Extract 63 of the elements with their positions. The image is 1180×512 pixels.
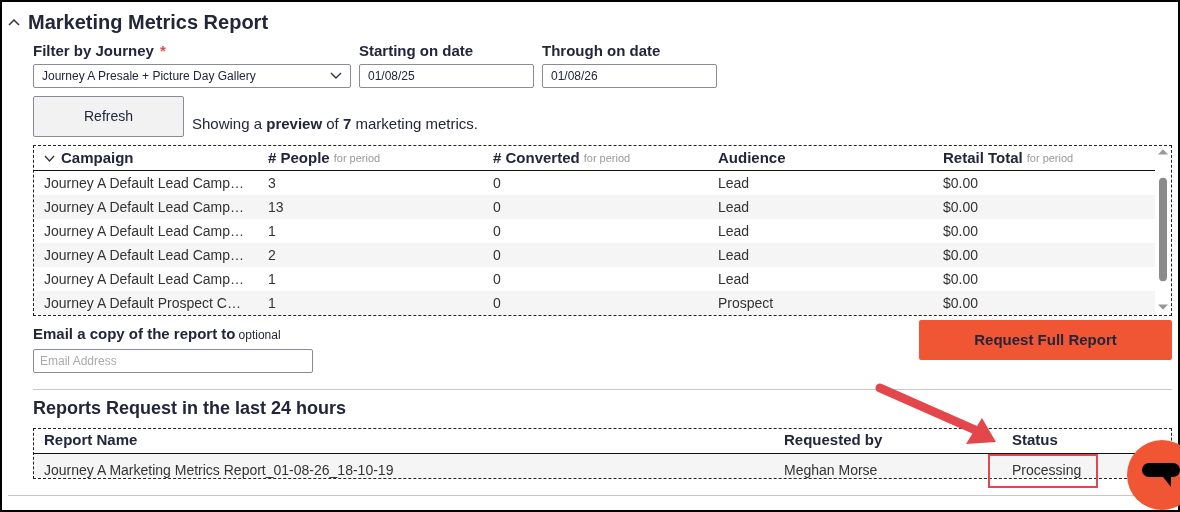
table-cell: 1 <box>268 294 276 311</box>
journey-dropdown[interactable]: Journey A Presale + Picture Day Gallery <box>33 64 351 88</box>
table-cell: Journey A Default Lead Camp… <box>44 246 244 263</box>
date-field[interactable]: 01/08/25 <box>359 64 534 88</box>
table-cell: 1 <box>268 222 276 239</box>
table-cell: 0 <box>493 246 501 263</box>
table-cell: Lead <box>718 246 750 263</box>
email-field[interactable]: Email Address <box>33 349 313 373</box>
table-cell: Journey A Default Lead Camp… <box>44 174 244 191</box>
table-cell: $0.00 <box>943 294 979 311</box>
column-note: for period <box>1026 150 1074 166</box>
table-cell: 0 <box>493 294 501 311</box>
table-cell: Lead <box>718 198 750 215</box>
column-header: Requested by <box>784 431 883 449</box>
field-label: Email a copy of the report to <box>33 325 236 342</box>
table-cell: 0 <box>493 198 501 215</box>
column-header: # Converted <box>493 147 580 168</box>
section-title: Marketing Metrics Report <box>28 10 269 34</box>
field-label: Starting on date <box>359 42 474 59</box>
chevron-icon[interactable] <box>8 18 20 26</box>
column-header: Audience <box>718 147 786 168</box>
table-cell: Journey A Default Lead Camp… <box>44 222 244 239</box>
table-cell: 0 <box>493 222 501 239</box>
chat-button[interactable] <box>1127 440 1180 510</box>
table-cell: Journey A Default Prospect C… <box>44 294 241 311</box>
request-report-button[interactable]: Request Full Report <box>919 320 1172 360</box>
table-cell: 13 <box>268 198 284 215</box>
table-cell: $0.00 <box>943 174 979 191</box>
table-cell: 1 <box>268 270 276 287</box>
section-heading: Reports Request in the last 24 hours <box>33 398 348 420</box>
table-cell: $0.00 <box>943 270 979 287</box>
table-cell: 3 <box>268 174 276 191</box>
column-header: Retail Total <box>943 147 1023 168</box>
table-cell: $0.00 <box>943 222 979 239</box>
column-note: for period <box>333 150 381 166</box>
table-cell: Journey A Default Lead Camp… <box>44 270 244 287</box>
table-cell: Journey A Marketing Metrics Report_01-08-26_18-10-19 <box>44 462 394 479</box>
column-header: Report Name <box>44 431 138 449</box>
table-cell: Prospect <box>718 294 774 311</box>
field-label: Through on date <box>542 42 661 59</box>
table-cell: 2 <box>268 246 276 263</box>
table-cell: Journey A Default Lead Camp… <box>44 198 244 215</box>
table-cell: Lead <box>718 222 750 239</box>
column-header: # People <box>268 147 330 168</box>
optional-note: optional <box>238 328 281 342</box>
table-cell: Lead <box>718 270 750 287</box>
field-label: Filter by Journey <box>33 42 154 59</box>
table-cell: $0.00 <box>943 198 979 215</box>
column-note: for period <box>583 150 631 166</box>
caret-icon <box>330 72 342 80</box>
column-header: Status <box>1012 431 1058 449</box>
chevron-icon[interactable] <box>44 154 55 162</box>
refresh-button[interactable]: Refresh <box>33 96 184 137</box>
required-mark: * <box>159 42 166 59</box>
table-cell: 0 <box>493 174 501 191</box>
table-cell: Processing <box>1012 461 1082 478</box>
table-cell: $0.00 <box>943 246 979 263</box>
table-cell: 0 <box>493 270 501 287</box>
table-cell: Meghan Morse <box>784 462 878 479</box>
column-header: Campaign <box>61 147 134 168</box>
date-field[interactable]: 01/08/26 <box>542 64 717 88</box>
table-cell: Lead <box>718 174 750 191</box>
preview-text: Showing a preview of 7 marketing metrics. <box>192 113 478 134</box>
